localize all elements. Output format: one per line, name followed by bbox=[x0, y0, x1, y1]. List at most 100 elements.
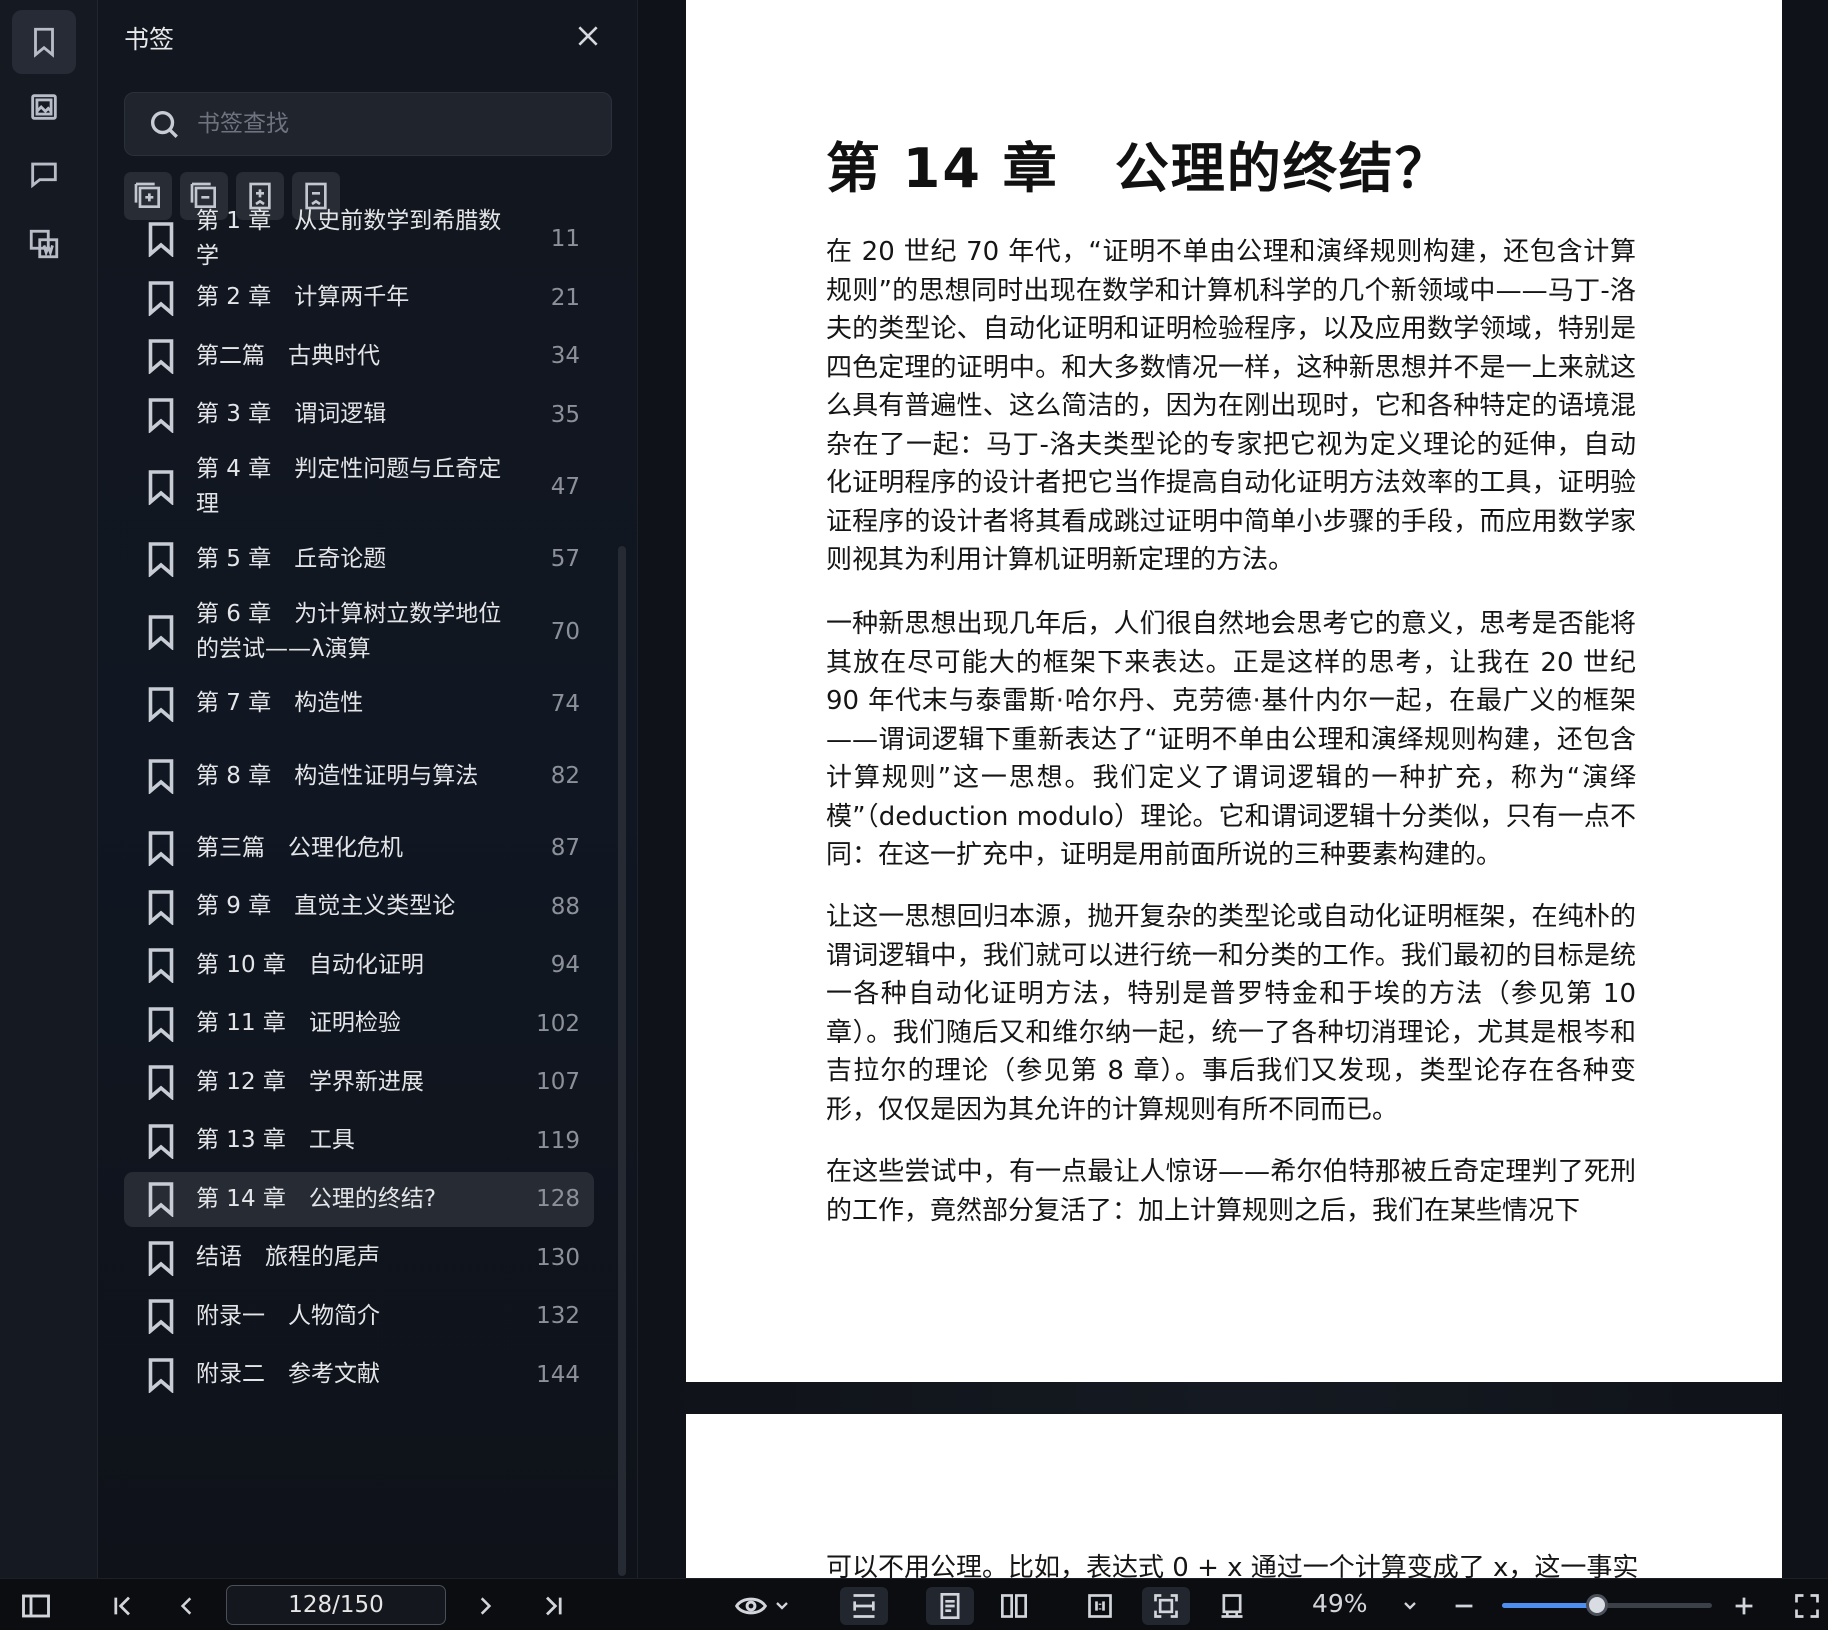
bookmark-icon bbox=[146, 1006, 176, 1043]
minus-icon bbox=[1455, 1604, 1473, 1608]
bookmark-title: 第 1 章 从史前数学到希腊数学 bbox=[196, 208, 502, 270]
bookmark-icon bbox=[146, 1357, 176, 1394]
chevron-right-icon bbox=[480, 1597, 492, 1615]
bookmarks-tab[interactable] bbox=[12, 10, 76, 74]
bookmark-item[interactable]: 第 8 章 构造性证明与算法 82 bbox=[124, 735, 594, 817]
bookmark-icon bbox=[146, 947, 176, 985]
image-icon bbox=[31, 94, 57, 120]
bookmark-item[interactable]: 第 9 章 直觉主义类型论 88 bbox=[124, 880, 594, 935]
bookmark-page-number: 119 bbox=[536, 1127, 580, 1154]
bookmark-title: 第 8 章 构造性证明与算法 bbox=[196, 762, 479, 789]
bookmark-page-number: 35 bbox=[550, 401, 580, 428]
paragraph: 让这一思想回归本源，抛开复杂的类型论或自动化证明框架，在纯朴的谓词逻辑中，我们就… bbox=[826, 902, 1636, 1125]
bookmark-page-number: 34 bbox=[550, 343, 580, 370]
bookmark-page-number: 130 bbox=[536, 1244, 580, 1271]
bookmark-item[interactable]: 附录二 参考文献 144 bbox=[124, 1348, 594, 1403]
chevron-down-icon bbox=[776, 1602, 788, 1610]
two-page-button[interactable] bbox=[990, 1587, 1038, 1625]
bookmark-item[interactable]: 第 13 章 工具 119 bbox=[124, 1114, 594, 1169]
bookmark-item[interactable]: 第 14 章 公理的终结? 128 bbox=[124, 1172, 594, 1227]
chevron-left-icon bbox=[180, 1597, 192, 1615]
bookmark-icon bbox=[146, 397, 176, 434]
bookmark-page-number: 107 bbox=[536, 1069, 580, 1096]
bookmark-icon bbox=[146, 1064, 176, 1102]
close-icon bbox=[578, 26, 598, 46]
bookmark-title: 附录二 参考文献 bbox=[196, 1361, 380, 1388]
zoom-slider[interactable] bbox=[1502, 1594, 1712, 1616]
bookmark-page-number: 57 bbox=[550, 546, 580, 573]
last-page-button[interactable] bbox=[538, 1587, 568, 1625]
zoom-slider-handle[interactable] bbox=[1585, 1594, 1608, 1616]
bookmark-icon bbox=[146, 614, 176, 651]
bookmark-item[interactable]: 第 11 章 证明检验 102 bbox=[124, 997, 594, 1052]
prev-page-button[interactable] bbox=[172, 1587, 202, 1625]
document-viewer[interactable]: 第 14 章 公理的终结？ 在 20 世纪 70 年代，“证明不单由公理和演绎规… bbox=[638, 0, 1828, 1578]
bookmark-page-number: 128 bbox=[536, 1186, 580, 1213]
view-mode-button[interactable] bbox=[730, 1587, 794, 1625]
bookmark-title: 第 7 章 构造性 bbox=[196, 690, 364, 717]
bookmark-title: 第 9 章 直觉主义类型论 bbox=[196, 893, 456, 920]
single-page-button[interactable] bbox=[926, 1587, 974, 1625]
translate-tab[interactable] bbox=[12, 212, 76, 276]
bookmark-item[interactable]: 第 1 章 从史前数学到希腊数学 11 bbox=[124, 208, 594, 269]
bookmark-title: 第 10 章 自动化证明 bbox=[196, 951, 424, 978]
thumbnails-tab[interactable] bbox=[12, 75, 76, 139]
fit-page-button[interactable] bbox=[1142, 1587, 1190, 1625]
bookmark-icon bbox=[146, 1181, 176, 1219]
close-panel-button[interactable] bbox=[572, 20, 604, 52]
bookmark-item[interactable]: 第 10 章 自动化证明 94 bbox=[124, 938, 594, 993]
bookmark-item[interactable]: 第 6 章 为计算树立数学地位的尝试——λ演算 70 bbox=[124, 591, 594, 673]
fit-width-button[interactable] bbox=[840, 1587, 888, 1625]
bookmark-item[interactable]: 第 4 章 判定性问题与丘奇定理 47 bbox=[124, 446, 594, 528]
paragraph: 可以不用公理。比如，表达式 0 + x 通过一个计算变成了 x，这一事实 bbox=[826, 1553, 1639, 1578]
zoom-dropdown[interactable] bbox=[1398, 1587, 1422, 1625]
bookmark-icon bbox=[146, 1240, 176, 1277]
bookmark-page-number: 144 bbox=[536, 1361, 580, 1388]
bookmark-page-number: 74 bbox=[550, 690, 580, 717]
bookmark-item[interactable]: 附录一 人物简介 132 bbox=[124, 1289, 594, 1344]
zoom-level[interactable]: 49% bbox=[1312, 1589, 1368, 1618]
bookmark-item[interactable]: 第 7 章 构造性 74 bbox=[124, 677, 594, 732]
toggle-sidebar-button[interactable] bbox=[18, 1587, 54, 1625]
expand-all-icon bbox=[134, 182, 160, 208]
zoom-in-button[interactable] bbox=[1728, 1587, 1760, 1625]
bookmark-icon bbox=[146, 830, 176, 868]
zoom-out-button[interactable] bbox=[1448, 1587, 1480, 1625]
actual-size-button[interactable] bbox=[1076, 1587, 1124, 1625]
bookmark-item[interactable]: 第三篇 公理化危机 87 bbox=[124, 821, 594, 876]
bookmark-item[interactable]: 第 12 章 学界新进展 107 bbox=[124, 1055, 594, 1110]
bookmark-item[interactable]: 第 2 章 计算两千年 21 bbox=[124, 271, 594, 326]
sidebar-rail bbox=[0, 0, 98, 1578]
bookmark-title: 第三篇 公理化危机 bbox=[196, 834, 403, 861]
bookmark-item[interactable]: 结语 旅程的尾声 130 bbox=[124, 1231, 594, 1286]
comments-tab[interactable] bbox=[12, 142, 76, 206]
bookmark-icon bbox=[34, 27, 54, 58]
page-number-input[interactable]: 128/150 bbox=[226, 1585, 446, 1625]
fullscreen-icon bbox=[1795, 1594, 1819, 1618]
bookmark-item[interactable]: 第 3 章 谓词逻辑 35 bbox=[124, 388, 594, 443]
rotate-button[interactable] bbox=[1208, 1587, 1256, 1625]
fullscreen-button[interactable] bbox=[1790, 1587, 1824, 1625]
search-input[interactable] bbox=[197, 111, 597, 137]
bookmark-search[interactable] bbox=[124, 92, 612, 156]
plus-icon bbox=[1735, 1597, 1753, 1615]
single-page-icon bbox=[940, 1592, 960, 1620]
bookmark-icon bbox=[146, 1298, 176, 1336]
comment-icon bbox=[31, 162, 57, 189]
bookmark-item[interactable]: 第 5 章 丘奇论题 57 bbox=[124, 532, 594, 587]
eye-icon bbox=[734, 1597, 768, 1615]
paragraph: 在 20 世纪 70 年代，“证明不单由公理和演绎规则构建，还包含计算规则”的思… bbox=[826, 237, 1636, 575]
bookmark-title: 第 4 章 判定性问题与丘奇定理 bbox=[196, 456, 502, 517]
bookmark-icon bbox=[146, 541, 176, 579]
last-page-icon bbox=[546, 1596, 562, 1616]
chevron-down-icon bbox=[1404, 1602, 1416, 1610]
first-page-button[interactable] bbox=[108, 1587, 138, 1625]
bookmark-page-number: 132 bbox=[536, 1303, 580, 1330]
next-page-button[interactable] bbox=[470, 1587, 500, 1625]
bookmark-item[interactable]: 第二篇 古典时代 34 bbox=[124, 329, 594, 384]
bookmark-scrollbar[interactable] bbox=[618, 546, 626, 1576]
bookmark-title: 第 12 章 学界新进展 bbox=[196, 1068, 424, 1095]
bookmark-title: 附录一 人物简介 bbox=[196, 1302, 380, 1329]
fit-width-icon bbox=[853, 1594, 875, 1618]
actual-size-icon bbox=[1088, 1594, 1112, 1618]
